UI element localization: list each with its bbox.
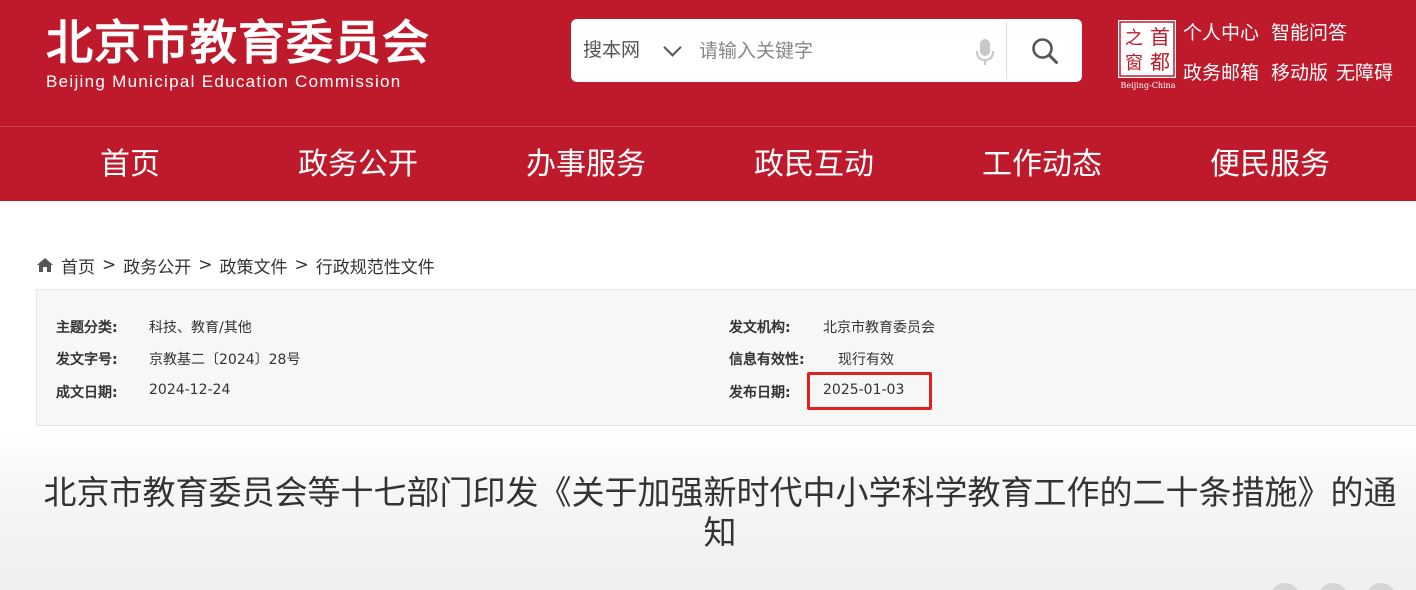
doc-number-value: 京教基二〔2024〕28号 xyxy=(149,352,301,368)
header-links-row-2: 政务邮箱 移动版 无障碍 xyxy=(1183,60,1405,86)
topic-label: 主题分类: xyxy=(56,320,118,336)
breadcrumb-home[interactable]: 首页 xyxy=(61,253,95,278)
document-title: 北京市教育委员会等十七部门印发《关于加强新时代中小学科学教育工作的二十条措施》的… xyxy=(43,473,1397,552)
site-header: 北京市教育委员会 Beijing Municipal Education Com… xyxy=(0,0,1416,126)
created-date-value: 2024-12-24 xyxy=(149,382,231,398)
created-date-label: 成文日期: xyxy=(56,385,118,401)
breadcrumb-policy-documents[interactable]: 政策文件 xyxy=(220,253,288,278)
nav-item-work-news[interactable]: 工作动态 xyxy=(982,127,1102,202)
nav-item-services[interactable]: 办事服务 xyxy=(526,127,646,202)
breadcrumb: 首页 > 政务公开 > 政策文件 > 行政规范性文件 xyxy=(36,252,435,278)
personal-center-link[interactable]: 个人中心 xyxy=(1183,22,1259,44)
header-links-row-1: 个人中心 智能问答 xyxy=(1183,20,1405,46)
search-icon xyxy=(1032,37,1058,64)
nav-item-home[interactable]: 首页 xyxy=(100,127,160,202)
site-logo[interactable]: 北京市教育委员会 Beijing Municipal Education Com… xyxy=(46,16,430,92)
seal-char-du: 都 xyxy=(1150,50,1170,74)
microphone-icon[interactable] xyxy=(975,38,995,66)
mobile-version-link[interactable]: 移动版 xyxy=(1271,62,1328,84)
search-bar: 搜本网 xyxy=(571,19,1082,82)
logo-english-name: Beijing Municipal Education Commission xyxy=(46,72,402,91)
seal-char-shou: 首 xyxy=(1150,25,1170,49)
seal-caption: Beijing-China xyxy=(1121,81,1176,90)
capital-window-seal-logo[interactable]: 首 都 之 窗 Beijing-China xyxy=(1116,19,1180,91)
published-date-highlight xyxy=(807,372,932,410)
breadcrumb-separator: > xyxy=(294,255,309,275)
nav-item-government-affairs[interactable]: 政务公开 xyxy=(298,127,418,202)
breadcrumb-normative-documents[interactable]: 行政规范性文件 xyxy=(316,253,435,278)
published-date-label: 发布日期: xyxy=(729,385,791,401)
seal-char-chuang: 窗 xyxy=(1125,53,1143,74)
validity-label: 信息有效性: xyxy=(729,352,805,368)
breadcrumb-government-affairs[interactable]: 政务公开 xyxy=(123,253,191,278)
logo-chinese-name: 北京市教育委员会 xyxy=(46,16,430,71)
search-divider xyxy=(1006,22,1007,79)
topic-value: 科技、教育/其他 xyxy=(149,320,252,336)
search-input[interactable] xyxy=(699,33,959,69)
chevron-down-icon[interactable] xyxy=(663,38,682,57)
header-user-links: 个人中心 智能问答 政务邮箱 移动版 无障碍 xyxy=(1183,20,1405,86)
gov-mailbox-link[interactable]: 政务邮箱 xyxy=(1183,62,1259,84)
home-icon xyxy=(37,258,53,272)
nav-item-public-services[interactable]: 便民服务 xyxy=(1210,127,1330,202)
issuer-label: 发文机构: xyxy=(729,320,791,336)
main-nav: 首页 政务公开 办事服务 政民互动 工作动态 便民服务 xyxy=(0,126,1416,201)
breadcrumb-separator: > xyxy=(102,255,117,275)
smart-qa-link[interactable]: 智能问答 xyxy=(1271,22,1347,44)
accessibility-link[interactable]: 无障碍 xyxy=(1336,62,1393,84)
doc-number-label: 发文字号: xyxy=(56,352,118,368)
nav-item-interaction[interactable]: 政民互动 xyxy=(754,127,874,202)
breadcrumb-separator: > xyxy=(198,255,213,275)
search-button[interactable] xyxy=(1008,19,1082,82)
validity-value: 现行有效 xyxy=(838,352,894,368)
seal-char-zhi: 之 xyxy=(1125,28,1143,49)
search-scope-select[interactable]: 搜本网 xyxy=(583,19,640,82)
issuer-value: 北京市教育委员会 xyxy=(823,320,935,336)
document-metadata-box: 主题分类: 科技、教育/其他 发文字号: 京教基二〔2024〕28号 成文日期:… xyxy=(36,289,1416,426)
